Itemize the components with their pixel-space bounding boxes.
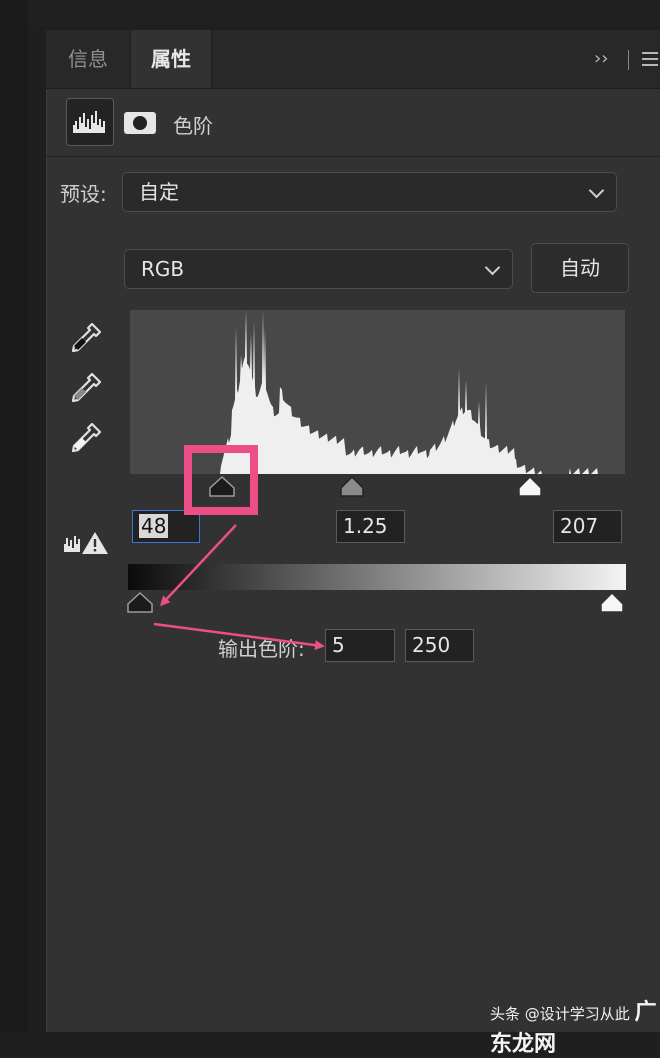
preset-value: 自定 [139,180,179,204]
input-black-value: 48 [139,514,169,538]
panel-collapse-icon[interactable]: ›› [594,48,616,70]
white-point-eyedropper-icon[interactable] [68,420,104,456]
channel-value: RGB [141,257,185,281]
panel-menu-icon[interactable] [642,52,658,70]
preset-dropdown[interactable]: 自定 [122,172,617,212]
input-white-slider[interactable] [514,474,546,498]
input-white-field[interactable]: 207 [553,510,622,543]
output-black-field[interactable]: 5 [325,629,395,662]
gray-point-eyedropper-icon[interactable] [68,370,104,406]
chevron-down-icon [588,182,605,199]
tab-properties[interactable]: 属性 [130,30,212,88]
output-black-slider[interactable] [124,590,156,614]
chevron-down-icon [484,259,501,276]
preset-label: 预设: [60,182,107,206]
layer-mask-icon[interactable] [124,112,156,134]
tab-info[interactable]: 信息 [46,30,130,88]
workspace-top-area [28,0,660,26]
watermark-prefix: 头条 @ [490,1005,540,1023]
input-gamma-field[interactable]: 1.25 [336,510,405,543]
clipping-warning-icon[interactable] [62,530,110,556]
panel-tab-bar: 信息 属性 ›› [46,30,660,89]
watermark: 头条 @设计学习从此 广东龙网 [490,994,660,1058]
black-point-eyedropper-icon[interactable] [68,320,104,356]
workspace-left-strip [0,0,28,1032]
input-gamma-slider[interactable] [336,474,368,498]
tab-bar-divider [628,50,629,70]
auto-button[interactable]: 自动 [531,243,629,293]
watermark-handle: 设计学习从此 [539,1005,630,1023]
output-gradient-bar [128,564,626,590]
annotation-highlight-box [184,445,258,515]
output-levels-label: 输出色阶: [218,637,305,661]
output-white-field[interactable]: 250 [405,629,474,662]
levels-histogram-icon[interactable] [66,98,114,146]
adjustment-title: 色阶 [173,114,213,138]
output-white-slider[interactable] [596,590,628,614]
channel-dropdown[interactable]: RGB [124,249,513,289]
